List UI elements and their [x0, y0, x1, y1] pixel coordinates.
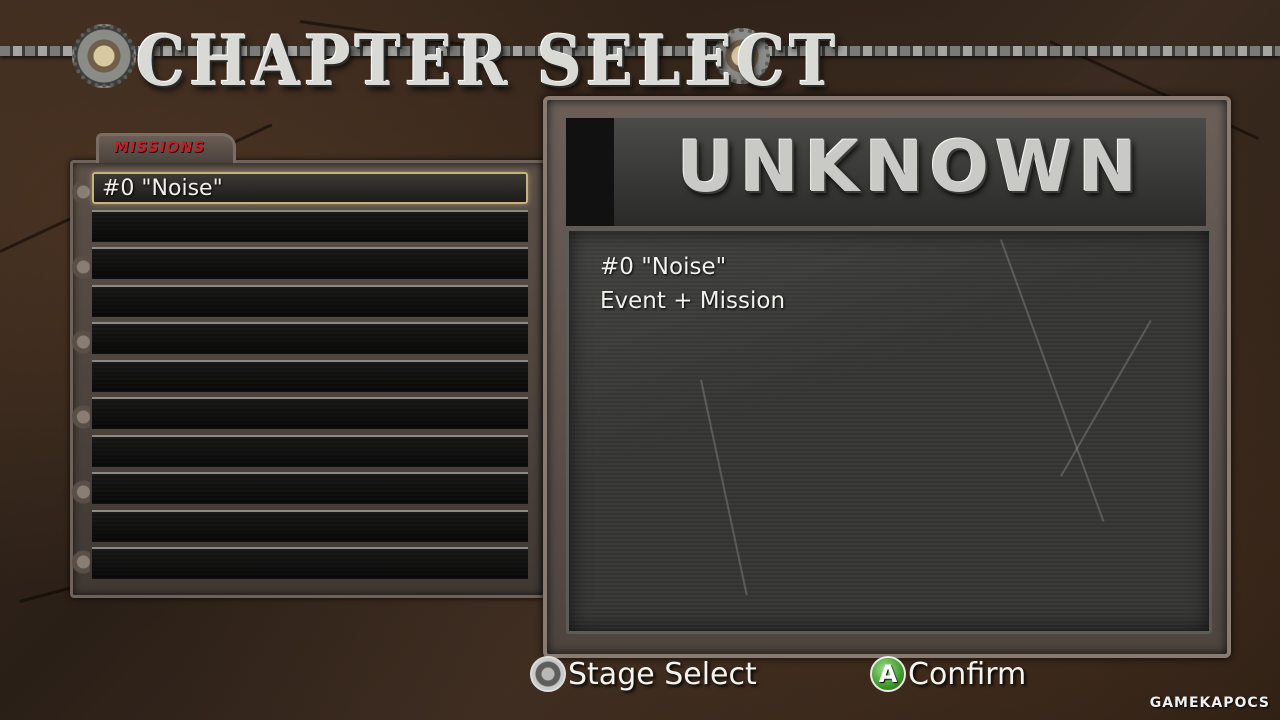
- stage-select-prompt[interactable]: Stage Select: [530, 656, 757, 692]
- dpad-icon: [530, 656, 566, 692]
- rivet-icon: [68, 175, 90, 209]
- rivet-icon: [68, 400, 90, 434]
- mission-item-empty[interactable]: [92, 472, 528, 504]
- confirm-prompt[interactable]: A Confirm: [870, 656, 1026, 692]
- mission-item-empty[interactable]: [92, 209, 528, 242]
- stage-select-label: Stage Select: [568, 656, 757, 692]
- gear-icon: [72, 24, 136, 88]
- mission-list: #0 "Noise": [92, 172, 528, 585]
- mission-item-empty[interactable]: [92, 547, 528, 579]
- mission-item-empty[interactable]: [92, 397, 528, 429]
- mission-item-empty[interactable]: [92, 359, 528, 392]
- missions-tab-label: MISSIONS: [114, 138, 206, 156]
- detail-mission-name: #0 "Noise": [600, 254, 727, 280]
- mission-item-empty[interactable]: [92, 322, 528, 354]
- mission-item-0[interactable]: #0 "Noise": [92, 172, 528, 204]
- mission-item-empty[interactable]: [92, 247, 528, 279]
- rivet-icon: [68, 325, 90, 359]
- rivet-icon: [68, 250, 90, 284]
- mission-item-empty[interactable]: [92, 509, 528, 542]
- page-title: CHAPTER SELECT: [136, 20, 840, 102]
- mission-item-empty[interactable]: [92, 434, 528, 467]
- watermark: GAMEKAPOCS: [1149, 695, 1270, 711]
- detail-mission-type: Event + Mission: [600, 288, 786, 314]
- confirm-label: Confirm: [908, 656, 1027, 692]
- detail-title: UNKNOWN: [677, 126, 1143, 208]
- a-button-icon: A: [870, 656, 906, 692]
- rivet-icon: [68, 545, 90, 579]
- mission-item-empty[interactable]: [92, 284, 528, 317]
- rivet-icon: [68, 475, 90, 509]
